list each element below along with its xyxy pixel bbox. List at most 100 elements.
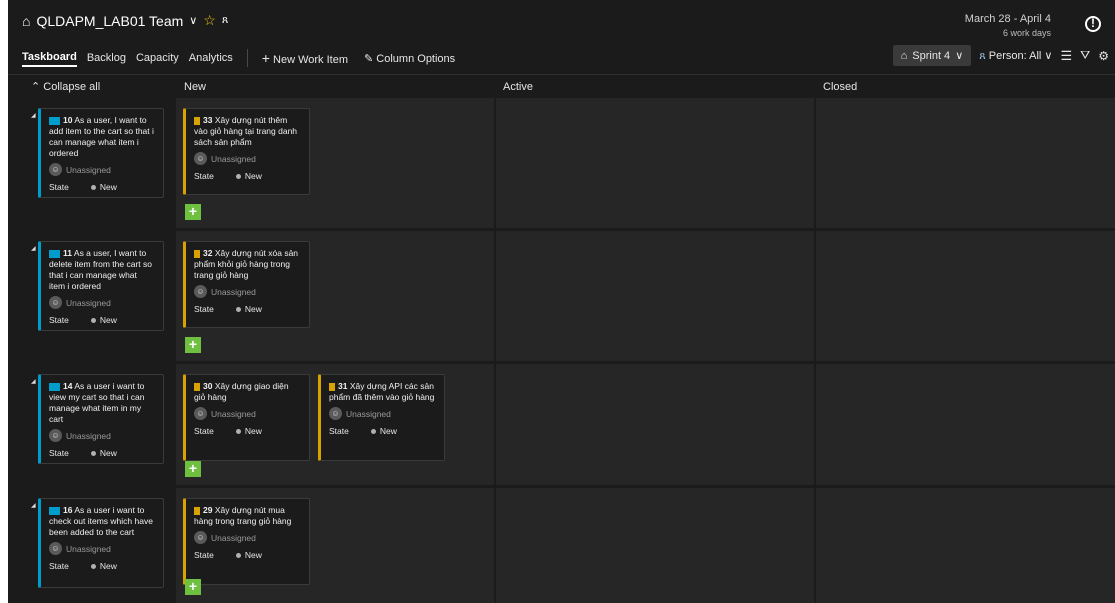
assignee[interactable]: ☺ Unassigned xyxy=(186,281,309,298)
state-text: New xyxy=(99,448,117,458)
filter-icon[interactable]: ⛛ xyxy=(1080,48,1090,63)
state-label: State xyxy=(49,448,69,458)
team-selector[interactable]: ⌂ QLDAPM_LAB01 Team ∨ ☆ ጸ xyxy=(22,12,228,29)
work-item-id: 29 xyxy=(203,505,213,515)
state-label: State xyxy=(194,171,214,181)
collapse-icon: ⌃ xyxy=(31,81,41,93)
expand-toggle-icon[interactable]: ◢ xyxy=(31,112,36,119)
parent-work-item[interactable]: 10 As a user, I want to add item to the … xyxy=(38,108,164,198)
work-item-id: 32 xyxy=(203,248,213,258)
work-item-id: 11 xyxy=(63,248,72,258)
add-task-button[interactable]: + xyxy=(185,204,201,220)
task-card[interactable]: 29 Xây dựng nút mua hàng trong trang giỏ… xyxy=(183,498,310,585)
divider xyxy=(246,49,248,67)
state-row[interactable]: State New xyxy=(186,298,309,314)
task-icon xyxy=(194,506,200,515)
parent-work-item[interactable]: 14 As a user i want to view my cart so t… xyxy=(38,374,164,464)
task-card[interactable]: 31 Xây dựng API các sản phẩm đã thêm vào… xyxy=(318,374,445,461)
column-options-button[interactable]: ✎ Column Options xyxy=(364,52,455,65)
add-task-button[interactable]: + xyxy=(185,461,201,477)
tab-backlog[interactable]: Backlog xyxy=(87,50,126,66)
new-work-item-label: New Work Item xyxy=(273,54,349,66)
assignee-label: Unassigned xyxy=(66,543,111,554)
card-title[interactable]: 31 Xây dựng API các sản phẩm đã thêm vào… xyxy=(321,375,444,403)
assignee-label: Unassigned xyxy=(66,430,111,441)
card-title[interactable]: 10 As a user, I want to add item to the … xyxy=(41,109,163,159)
state-row[interactable]: State New xyxy=(186,165,309,181)
state-row[interactable]: State New xyxy=(41,176,163,192)
work-item-id: 16 xyxy=(63,505,73,515)
card-title[interactable]: 14 As a user i want to view my cart so t… xyxy=(41,375,163,425)
state-row[interactable]: State New xyxy=(186,544,309,560)
team-name: QLDAPM_LAB01 Team xyxy=(36,12,184,29)
avatar-icon: ☺ xyxy=(329,407,342,420)
state-dot-icon xyxy=(90,185,96,190)
card-title[interactable]: 32 Xây dựng nút xóa sản phẩm khỏi giỏ hà… xyxy=(186,242,309,281)
sprint-icon: ⌂ xyxy=(22,12,31,29)
state-row[interactable]: State New xyxy=(41,555,163,571)
sprint-picker[interactable]: ⌂ Sprint 4 ∨ xyxy=(892,45,972,66)
tab-analytics[interactable]: Analytics xyxy=(189,50,233,66)
assignee-label: Unassigned xyxy=(211,153,256,164)
swimlane: ◢ 11 As a user, I want to delete item fro… xyxy=(8,231,1115,361)
assignee[interactable]: ☺ Unassigned xyxy=(186,148,309,165)
task-card[interactable]: 32 Xây dựng nút xóa sản phẩm khỏi giỏ hà… xyxy=(183,241,310,328)
assignee[interactable]: ☺ Unassigned xyxy=(41,292,163,309)
state-label: State xyxy=(194,426,214,436)
add-task-button[interactable]: + xyxy=(185,579,201,595)
add-task-button[interactable]: + xyxy=(185,337,201,353)
assignee[interactable]: ☺ Unassigned xyxy=(186,527,309,544)
people-icon[interactable]: ጸ xyxy=(222,14,228,27)
new-work-item-button[interactable]: + New Work Item xyxy=(262,50,348,66)
assignee[interactable]: ☺ Unassigned xyxy=(186,403,309,420)
task-icon xyxy=(329,382,335,391)
chevron-down-icon: ∨ xyxy=(1044,49,1053,62)
card-title[interactable]: 33 Xây dựng nút thêm vào giỏ hàng tại tr… xyxy=(186,109,309,148)
state-value: New xyxy=(90,182,117,192)
card-title[interactable]: 16 As a user i want to check out items w… xyxy=(41,499,163,538)
cell-active xyxy=(496,364,814,485)
parent-work-item[interactable]: 16 As a user i want to check out items w… xyxy=(38,498,164,588)
assignee-label: Unassigned xyxy=(346,408,391,419)
swimlane: ◢ 14 As a user i want to view my cart so … xyxy=(8,364,1115,485)
state-value: New xyxy=(235,426,262,436)
state-row[interactable]: State New xyxy=(41,309,163,325)
state-row[interactable]: State New xyxy=(41,442,163,458)
state-dot-icon xyxy=(235,174,241,179)
assignee[interactable]: ☺ Unassigned xyxy=(321,403,444,420)
avatar-icon: ☺ xyxy=(49,542,62,555)
task-card[interactable]: 33 Xây dựng nút thêm vào giỏ hàng tại tr… xyxy=(183,108,310,195)
info-icon[interactable]: ! xyxy=(1085,16,1101,32)
person-icon: ጸ xyxy=(979,49,986,62)
task-card[interactable]: 30 Xây dựng giao diện giỏ hàng ☺ Unassigne… xyxy=(183,374,310,461)
star-icon[interactable]: ☆ xyxy=(203,12,216,29)
state-label: State xyxy=(194,304,214,314)
cell-active xyxy=(496,231,814,361)
assignee-label: Unassigned xyxy=(211,408,256,419)
state-value: New xyxy=(370,426,397,436)
chevron-down-icon[interactable]: ∨ xyxy=(189,14,197,27)
collapse-all-button[interactable]: ⌃ Collapse all xyxy=(31,76,100,98)
assignee[interactable]: ☺ Unassigned xyxy=(41,538,163,555)
card-title[interactable]: 29 Xây dựng nút mua hàng trong trang giỏ… xyxy=(186,499,309,527)
tab-taskboard[interactable]: Taskboard xyxy=(22,49,77,67)
parent-work-item[interactable]: 11 As a user, I want to delete item from… xyxy=(38,241,164,331)
person-filter[interactable]: ጸ Person: All ∨ xyxy=(979,49,1052,63)
avatar-icon: ☺ xyxy=(49,429,62,442)
state-value: New xyxy=(90,561,117,571)
expand-toggle-icon[interactable]: ◢ xyxy=(31,502,36,509)
state-text: New xyxy=(99,315,117,325)
expand-toggle-icon[interactable]: ◢ xyxy=(31,378,36,385)
settings-sliders-icon[interactable]: ☰ xyxy=(1060,48,1072,64)
assignee[interactable]: ☺ Unassigned xyxy=(41,425,163,442)
tab-capacity[interactable]: Capacity xyxy=(136,50,179,66)
state-row[interactable]: State New xyxy=(321,420,444,436)
view-tabs: Taskboard Backlog Capacity Analytics + N… xyxy=(22,49,455,67)
card-title[interactable]: 30 Xây dựng giao diện giỏ hàng xyxy=(186,375,309,403)
state-row[interactable]: State New xyxy=(186,420,309,436)
assignee[interactable]: ☺ Unassigned xyxy=(41,159,163,176)
gear-icon[interactable]: ⚙ xyxy=(1098,49,1109,63)
card-title[interactable]: 11 As a user, I want to delete item from… xyxy=(41,242,163,292)
state-value: New xyxy=(235,304,262,314)
expand-toggle-icon[interactable]: ◢ xyxy=(31,245,36,252)
